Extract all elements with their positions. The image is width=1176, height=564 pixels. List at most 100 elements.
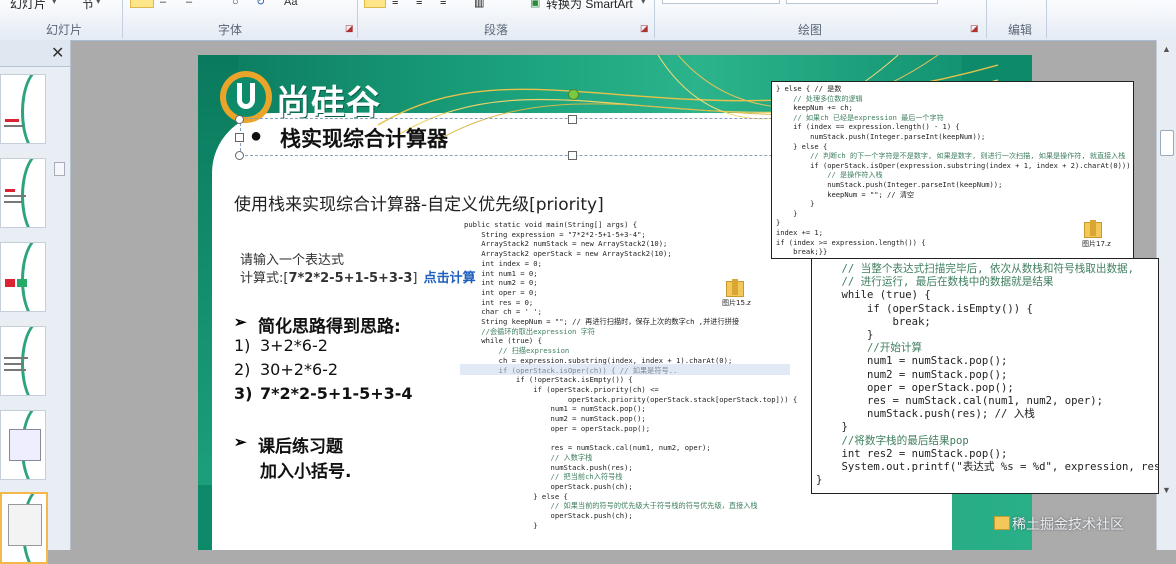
resize-handle-icon[interactable] bbox=[235, 133, 244, 142]
section-chevron-icon[interactable]: ▾ bbox=[96, 0, 101, 7]
slide-thumbnail[interactable] bbox=[0, 410, 46, 480]
resize-handle-icon[interactable] bbox=[568, 115, 577, 124]
align-right-icon[interactable]: ≡ bbox=[416, 0, 422, 8]
main-code-block: public static void main(String[] args) {… bbox=[464, 220, 819, 531]
code-line: // 判断ch 的下一个字符是不是数字, 如果是数字, 则进行一次扫描, 如果是… bbox=[776, 151, 1126, 161]
prompt-label: 请输入一个表达式 bbox=[240, 253, 345, 268]
code-line: } bbox=[464, 520, 538, 530]
watermark-text: 稀土掘金技术社区 bbox=[1012, 517, 1124, 533]
smartart-chevron-icon[interactable]: ▾ bbox=[641, 0, 646, 7]
code-line: } else { bbox=[464, 491, 568, 501]
code-line: ArrayStack2 numStack = new ArrayStack2(1… bbox=[464, 239, 668, 249]
justify-icon[interactable]: ≡ bbox=[440, 0, 446, 8]
folder-icon[interactable] bbox=[726, 279, 744, 297]
code-line: if (index >= expression.length()) { bbox=[776, 237, 926, 247]
smartart-icon[interactable]: ▣ bbox=[530, 0, 540, 9]
paragraph-dialog-launcher-icon[interactable]: ◪ bbox=[640, 23, 649, 34]
code-line: } bbox=[816, 329, 874, 342]
shapes-gallery[interactable] bbox=[662, 0, 780, 4]
chevron-down-icon[interactable]: ▾ bbox=[52, 0, 62, 6]
font-dialog-launcher-icon[interactable]: ◪ bbox=[345, 23, 354, 34]
code-line: break;}} bbox=[776, 247, 828, 257]
code-line: operStack.push(ch); bbox=[464, 511, 633, 521]
code-line: num2 = numStack.pop(); bbox=[464, 414, 646, 424]
scroll-down-icon[interactable]: ▼ bbox=[1162, 485, 1171, 495]
quick-styles-gallery[interactable] bbox=[786, 0, 938, 4]
code-line: operStack.priority(operStack.stack[operS… bbox=[464, 394, 798, 404]
steps-list: 1) 3+2*6-2 2) 30+2*6-2 3) 7*2*2-5+1-5+3-4 bbox=[234, 336, 413, 408]
slide-thumbnail[interactable] bbox=[0, 74, 46, 144]
code-line: } bbox=[776, 199, 815, 209]
code-line: int num1 = 0; bbox=[464, 268, 538, 278]
group-label-editing: 编辑 bbox=[1008, 23, 1033, 37]
slide-menu[interactable]: 幻灯片 bbox=[10, 0, 46, 12]
resize-handle-icon[interactable] bbox=[235, 151, 244, 160]
code-line: } bbox=[776, 218, 781, 228]
columns-icon[interactable]: ▥ bbox=[474, 0, 484, 9]
folder-icon[interactable] bbox=[1084, 220, 1102, 238]
code-line: keepNum += ch; bbox=[776, 103, 853, 113]
close-icon[interactable]: ✕ bbox=[51, 43, 64, 63]
code-line-highlight bbox=[460, 364, 790, 375]
slide-thumbnail[interactable] bbox=[0, 326, 46, 396]
group-label-paragraph: 段落 bbox=[484, 23, 509, 37]
group-divider bbox=[122, 0, 123, 38]
change-case-icon[interactable]: ↻ bbox=[256, 0, 265, 8]
slide-thumbnail-selected[interactable] bbox=[0, 492, 48, 564]
scroll-up-icon[interactable]: ▲ bbox=[1162, 44, 1171, 54]
code-popup-bottom[interactable]: // 当整个表达式扫描完毕后, 依次从数栈和符号栈取出数据, // 进行运行, … bbox=[811, 258, 1159, 494]
arrow-bullet-icon: ➢ bbox=[234, 314, 247, 331]
code-popup-top[interactable]: } else { // 是数 // 处理多位数的逻辑 keepNum += ch… bbox=[771, 81, 1134, 259]
resize-handle-icon[interactable] bbox=[568, 151, 577, 160]
pane-scroll-thumb[interactable] bbox=[54, 162, 65, 176]
code-line: // 把当前ch入符号栈 bbox=[464, 472, 623, 482]
resize-handle-icon[interactable] bbox=[235, 115, 244, 124]
bold-button[interactable] bbox=[130, 0, 154, 8]
underline-icon[interactable]: – bbox=[186, 0, 192, 8]
code-line: res = numStack.cal(num1, num2, oper); bbox=[816, 395, 1104, 408]
code-line: // 进行运行, 最后在数栈中的数据就是结果 bbox=[816, 276, 1054, 289]
align-left-button[interactable] bbox=[364, 0, 386, 8]
code-line: public static void main(String[] args) { bbox=[464, 220, 638, 229]
code-line: oper = operStack.pop(); bbox=[816, 381, 1014, 394]
code-line: oper = operStack.pop(); bbox=[464, 423, 651, 433]
drawing-dialog-launcher-icon[interactable]: ◪ bbox=[970, 23, 979, 34]
section-menu[interactable]: 节 bbox=[82, 0, 94, 12]
step-expression: 30+2*6-2 bbox=[260, 360, 339, 379]
convert-smartart-button[interactable]: 转换为 SmartArt bbox=[546, 0, 633, 12]
scrollbar-thumb[interactable] bbox=[1160, 130, 1174, 156]
code-line: } else { // 是数 bbox=[776, 84, 842, 93]
shadow-icon[interactable]: ○ bbox=[232, 0, 239, 8]
simplify-heading: 简化思路得到思路: bbox=[258, 317, 401, 337]
slide-subtitle: 使用栈来实现综合计算器-自定义优先级[priority] bbox=[234, 195, 604, 215]
code-line: String keepNum = ""; // 再进行扫描时，保存上次的数字ch… bbox=[464, 317, 740, 327]
code-line: int index = 0; bbox=[464, 258, 542, 268]
group-label-drawing: 绘图 bbox=[798, 23, 823, 37]
code-line: int res = 0; bbox=[464, 297, 534, 307]
group-divider bbox=[986, 0, 987, 38]
group-label-slides: 幻灯片 bbox=[46, 23, 83, 37]
formula-line: 计算式:[7*2*2-5+1-5+3-3] 点击计算 bbox=[240, 267, 476, 286]
code-line: //开始计算 bbox=[816, 342, 923, 355]
code-line: num1 = numStack.pop(); bbox=[816, 355, 1008, 368]
align-center-icon[interactable]: ≡ bbox=[392, 0, 398, 8]
code-line: num1 = numStack.pop(); bbox=[464, 404, 646, 414]
step-expression: 3+2*6-2 bbox=[260, 336, 328, 355]
step-number: 3) bbox=[234, 384, 253, 403]
font-size-icon[interactable]: Aa bbox=[284, 0, 297, 8]
italic-icon[interactable]: – bbox=[160, 0, 166, 8]
slide-thumbnail[interactable] bbox=[0, 158, 46, 228]
code-line: // 如果ch 已经是expression 最后一个字符 bbox=[776, 112, 944, 122]
code-line: operStack.push(ch); bbox=[464, 481, 633, 491]
code-line: num2 = numStack.pop(); bbox=[816, 368, 1008, 381]
code-line: res = numStack.cal(num1, num2, oper); bbox=[464, 443, 711, 453]
vertical-scrollbar[interactable]: ▲ ▼ bbox=[1156, 40, 1176, 550]
code-line: char ch = ' '; bbox=[464, 307, 542, 317]
rotate-handle-icon[interactable] bbox=[568, 89, 579, 100]
slide-thumbnail[interactable] bbox=[0, 242, 46, 312]
homework-heading: 课后练习题 bbox=[258, 437, 343, 457]
code-line: if (operStack.priority(ch) <= bbox=[464, 384, 659, 394]
brand-logo-text: 尚硅谷 bbox=[276, 83, 381, 123]
formula-suffix: ] bbox=[412, 271, 418, 286]
